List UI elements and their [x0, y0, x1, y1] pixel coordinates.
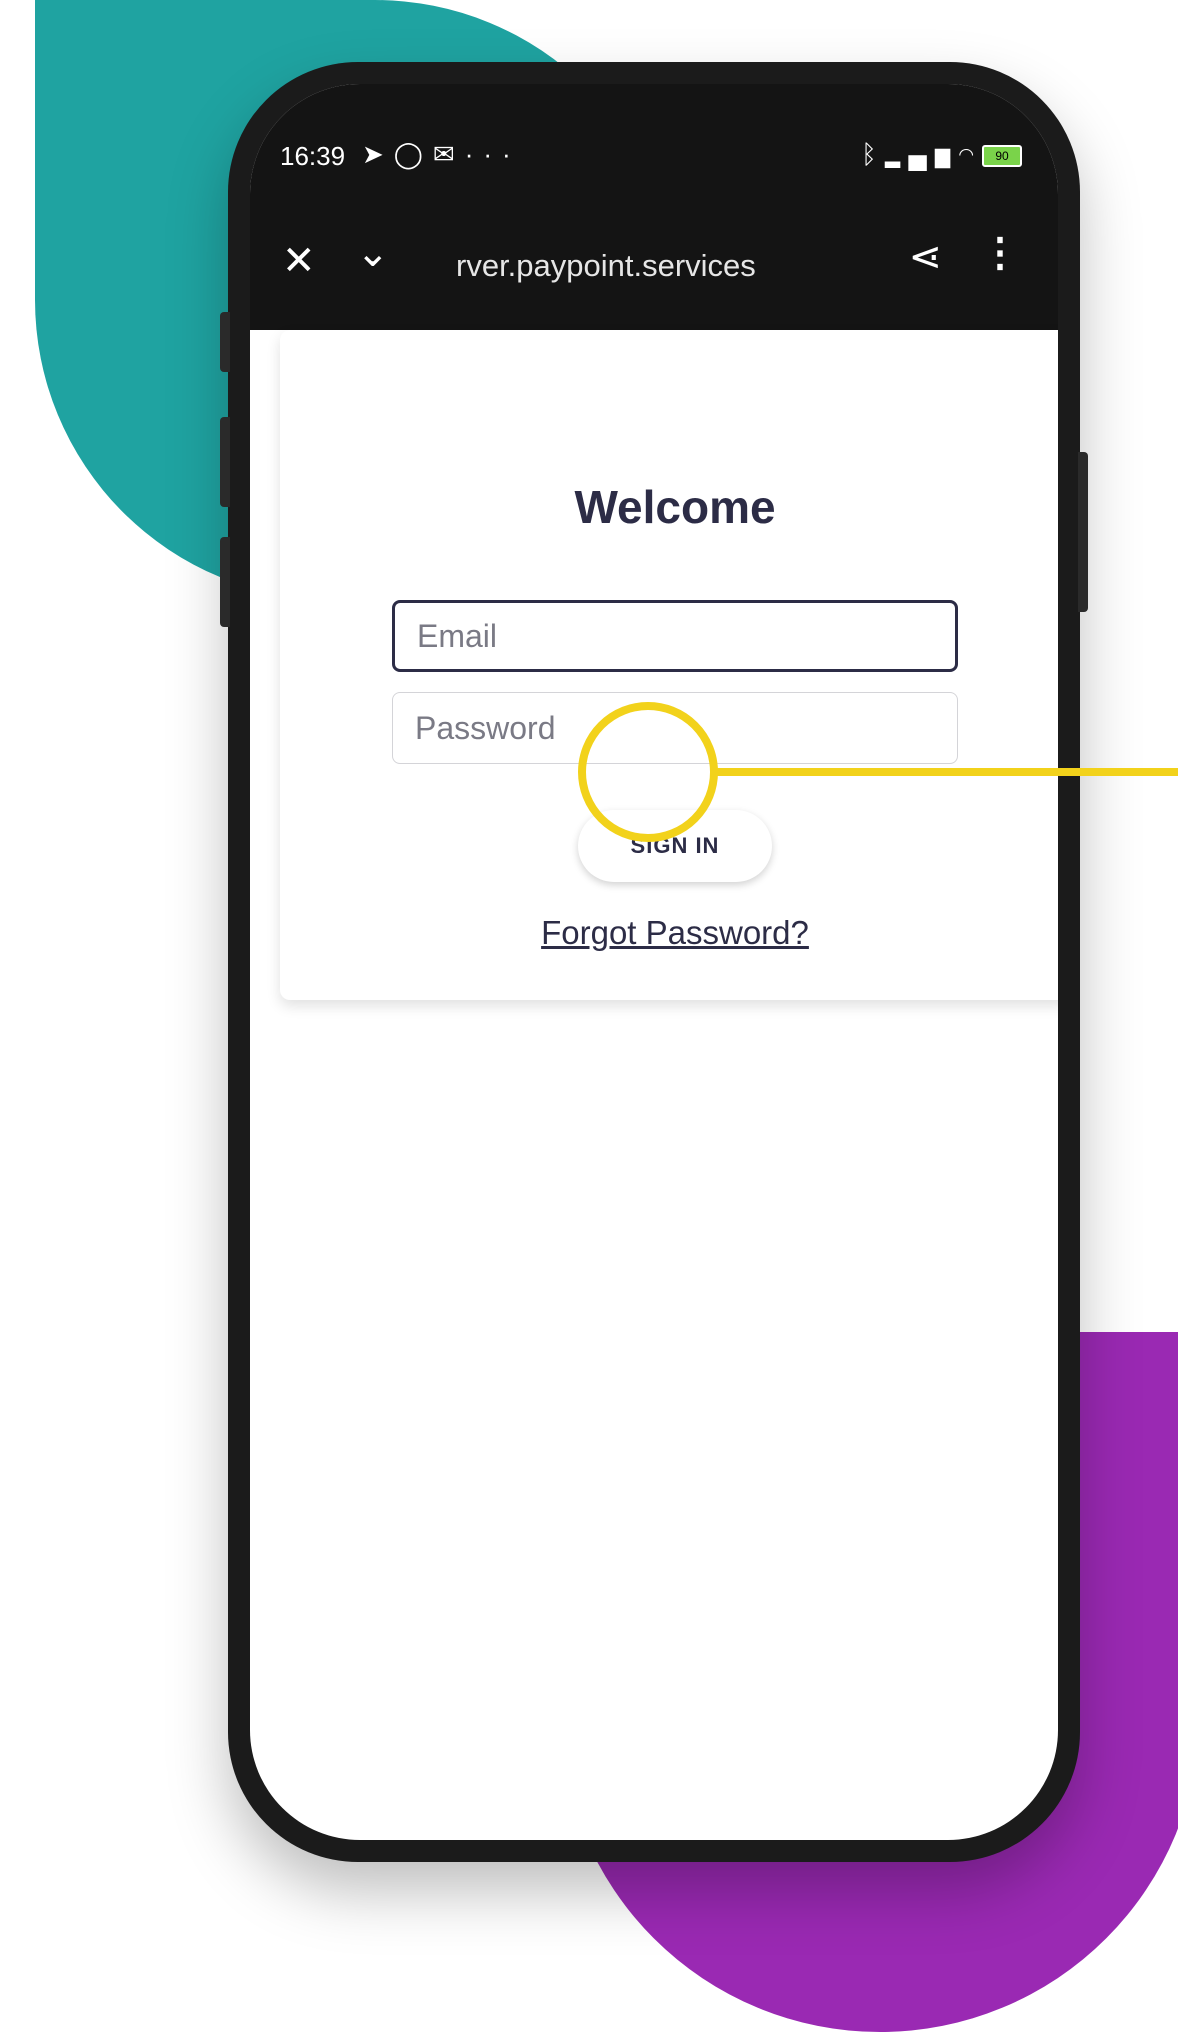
status-time: 16:39	[280, 141, 346, 171]
phone-side-button	[220, 417, 230, 507]
page-title: Welcome	[574, 481, 776, 533]
chevron-down-icon[interactable]: ⌄	[356, 230, 390, 276]
bluetooth-icon: ᛒ	[861, 139, 885, 169]
whatsapp-icon: ◯	[393, 139, 433, 169]
status-bar: 16:39 ➤◯✉··· ᛒ▂▄▆◠ 90	[250, 84, 1058, 194]
browser-toolbar: ✕ ⌄ rver.paypoint.services ⋖ ⋮	[250, 194, 1058, 330]
notification-icons: ➤◯✉···	[362, 139, 521, 170]
login-card: Welcome SIGN IN Forgot Password?	[280, 330, 1058, 1000]
phone-frame: 16:39 ➤◯✉··· ᛒ▂▄▆◠ 90 ✕ ⌄ rver.paypoint.s…	[220, 62, 1088, 1862]
close-icon[interactable]: ✕	[282, 238, 316, 284]
wifi-icon: ◠	[958, 139, 982, 169]
telegram-icon: ➤	[362, 139, 394, 169]
more-vertical-icon[interactable]: ⋮	[980, 230, 1020, 276]
forgot-password-link[interactable]: Forgot Password?	[280, 914, 1058, 952]
signal-icon: ▂▄▆	[884, 139, 959, 169]
url-text[interactable]: rver.paypoint.services	[456, 248, 756, 284]
phone-power-button	[1078, 452, 1088, 612]
phone-side-button	[220, 537, 230, 627]
more-icon: ···	[464, 139, 521, 169]
share-icon[interactable]: ⋖	[908, 234, 942, 280]
message-icon: ✉	[432, 139, 465, 169]
highlight-circle	[578, 702, 718, 842]
system-icons: ᛒ▂▄▆◠ 90	[861, 139, 1022, 170]
phone-screen: 16:39 ➤◯✉··· ᛒ▂▄▆◠ 90 ✕ ⌄ rver.paypoint.s…	[250, 84, 1058, 1840]
phone-side-button	[220, 312, 230, 372]
callout-line	[716, 768, 1178, 776]
battery-icon: 90	[982, 145, 1022, 168]
email-field[interactable]	[392, 600, 958, 672]
